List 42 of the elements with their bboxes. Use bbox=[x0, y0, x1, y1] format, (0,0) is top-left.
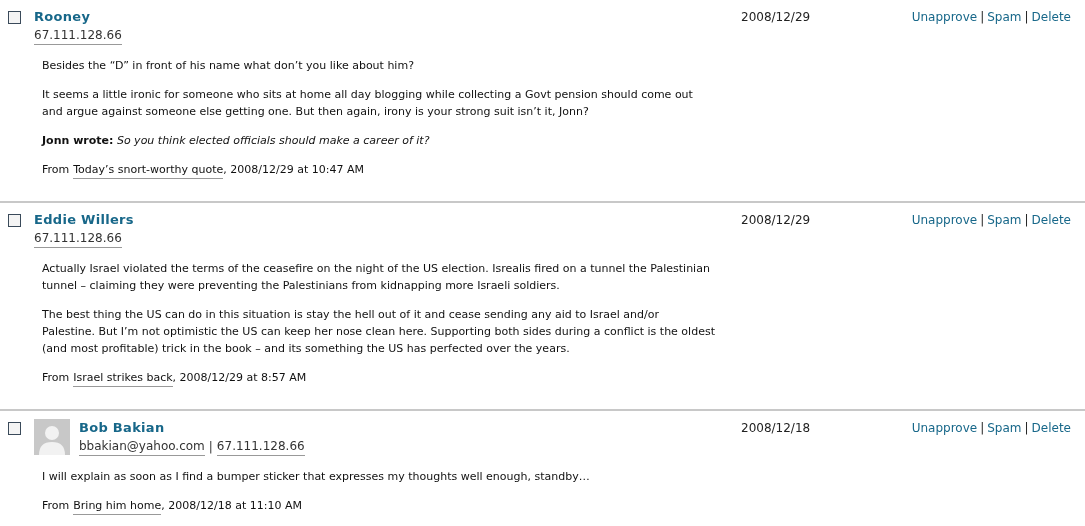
comment-paragraph: I will explain as soon as I find a bumper sticker that expresses my thoughts well enough, standby… bbox=[42, 469, 591, 485]
action-link[interactable]: Delete bbox=[1031, 211, 1071, 387]
comment-timestamp: , 2008/12/29 at 10:47 AM bbox=[223, 162, 364, 178]
contact-link[interactable]: 67.111.128.66 bbox=[34, 229, 122, 248]
separator: | bbox=[208, 438, 213, 456]
comment-date: 2008/12/18 bbox=[740, 420, 812, 437]
separator: | bbox=[980, 420, 985, 437]
separator: | bbox=[980, 9, 985, 26]
action-link[interactable]: Spam bbox=[987, 211, 1022, 387]
author-name[interactable]: Eddie Willers bbox=[34, 211, 134, 229]
action-link[interactable]: Delete bbox=[1031, 419, 1071, 515]
comment-paragraph: The best thing the US can do in this situation is stay the hell out of it and cease sending any aid to Israel and/or Palestine. But I’m not optimistic the US can keep her nose clean here. Supporting both sides during a conflict is the oldest (and most profitable) trick in the book – and its something the US has perfected over the years. bbox=[42, 307, 715, 357]
row-checkbox[interactable] bbox=[8, 11, 21, 24]
row-checkbox[interactable] bbox=[8, 214, 21, 227]
action-link[interactable]: Unapprove bbox=[911, 419, 978, 515]
action-link[interactable]: Spam bbox=[987, 8, 1022, 179]
separator: | bbox=[1024, 9, 1029, 26]
comment-timestamp: , 2008/12/29 at 8:57 AM bbox=[172, 370, 307, 386]
author-name[interactable]: Bob Bakian bbox=[79, 419, 305, 437]
contact-link[interactable]: bbakian@yahoo.com bbox=[79, 437, 205, 456]
separator: | bbox=[1024, 212, 1029, 229]
post-link[interactable]: Israel strikes back bbox=[73, 369, 173, 387]
from-label: From bbox=[42, 498, 70, 514]
comment-paragraph: It seems a little ironic for someone who sits at home all day blogging while collecting a Govt pension should come out and argue against someone else getting one. But then again, irony is your strong suit isn’t it, Jonn? bbox=[42, 87, 694, 120]
from-label: From bbox=[42, 162, 70, 178]
comment-paragraph: Jonn wrote: So you think elected officials should make a career of it? bbox=[42, 133, 431, 149]
separator: | bbox=[980, 212, 985, 229]
action-link[interactable]: Unapprove bbox=[911, 211, 978, 387]
comment-paragraph: Actually Israel violated the terms of the ceasefire on the night of the US election. Isrealis fired on a tunnel the Palestinian tunnel – claiming they were preventing the Palestinians from kidnapping more Israeli soldiers. bbox=[42, 261, 711, 294]
comment-date: 2008/12/29 bbox=[740, 212, 812, 229]
action-link[interactable]: Unapprove bbox=[911, 8, 978, 179]
contact-link[interactable]: 67.111.128.66 bbox=[216, 437, 305, 456]
action-link[interactable]: Spam bbox=[987, 419, 1022, 515]
contact-link[interactable]: 67.111.128.66 bbox=[34, 26, 122, 45]
comment-timestamp: , 2008/12/18 at 11:10 AM bbox=[161, 498, 302, 514]
row-checkbox[interactable] bbox=[8, 422, 21, 435]
from-label: From bbox=[42, 370, 70, 386]
comment-date: 2008/12/29 bbox=[740, 9, 812, 26]
comment-paragraph: Besides the “D” in front of his name what don’t you like about him? bbox=[42, 58, 415, 74]
author-name[interactable]: Rooney bbox=[34, 8, 122, 26]
action-link[interactable]: Delete bbox=[1031, 8, 1071, 179]
separator: | bbox=[1024, 420, 1029, 437]
